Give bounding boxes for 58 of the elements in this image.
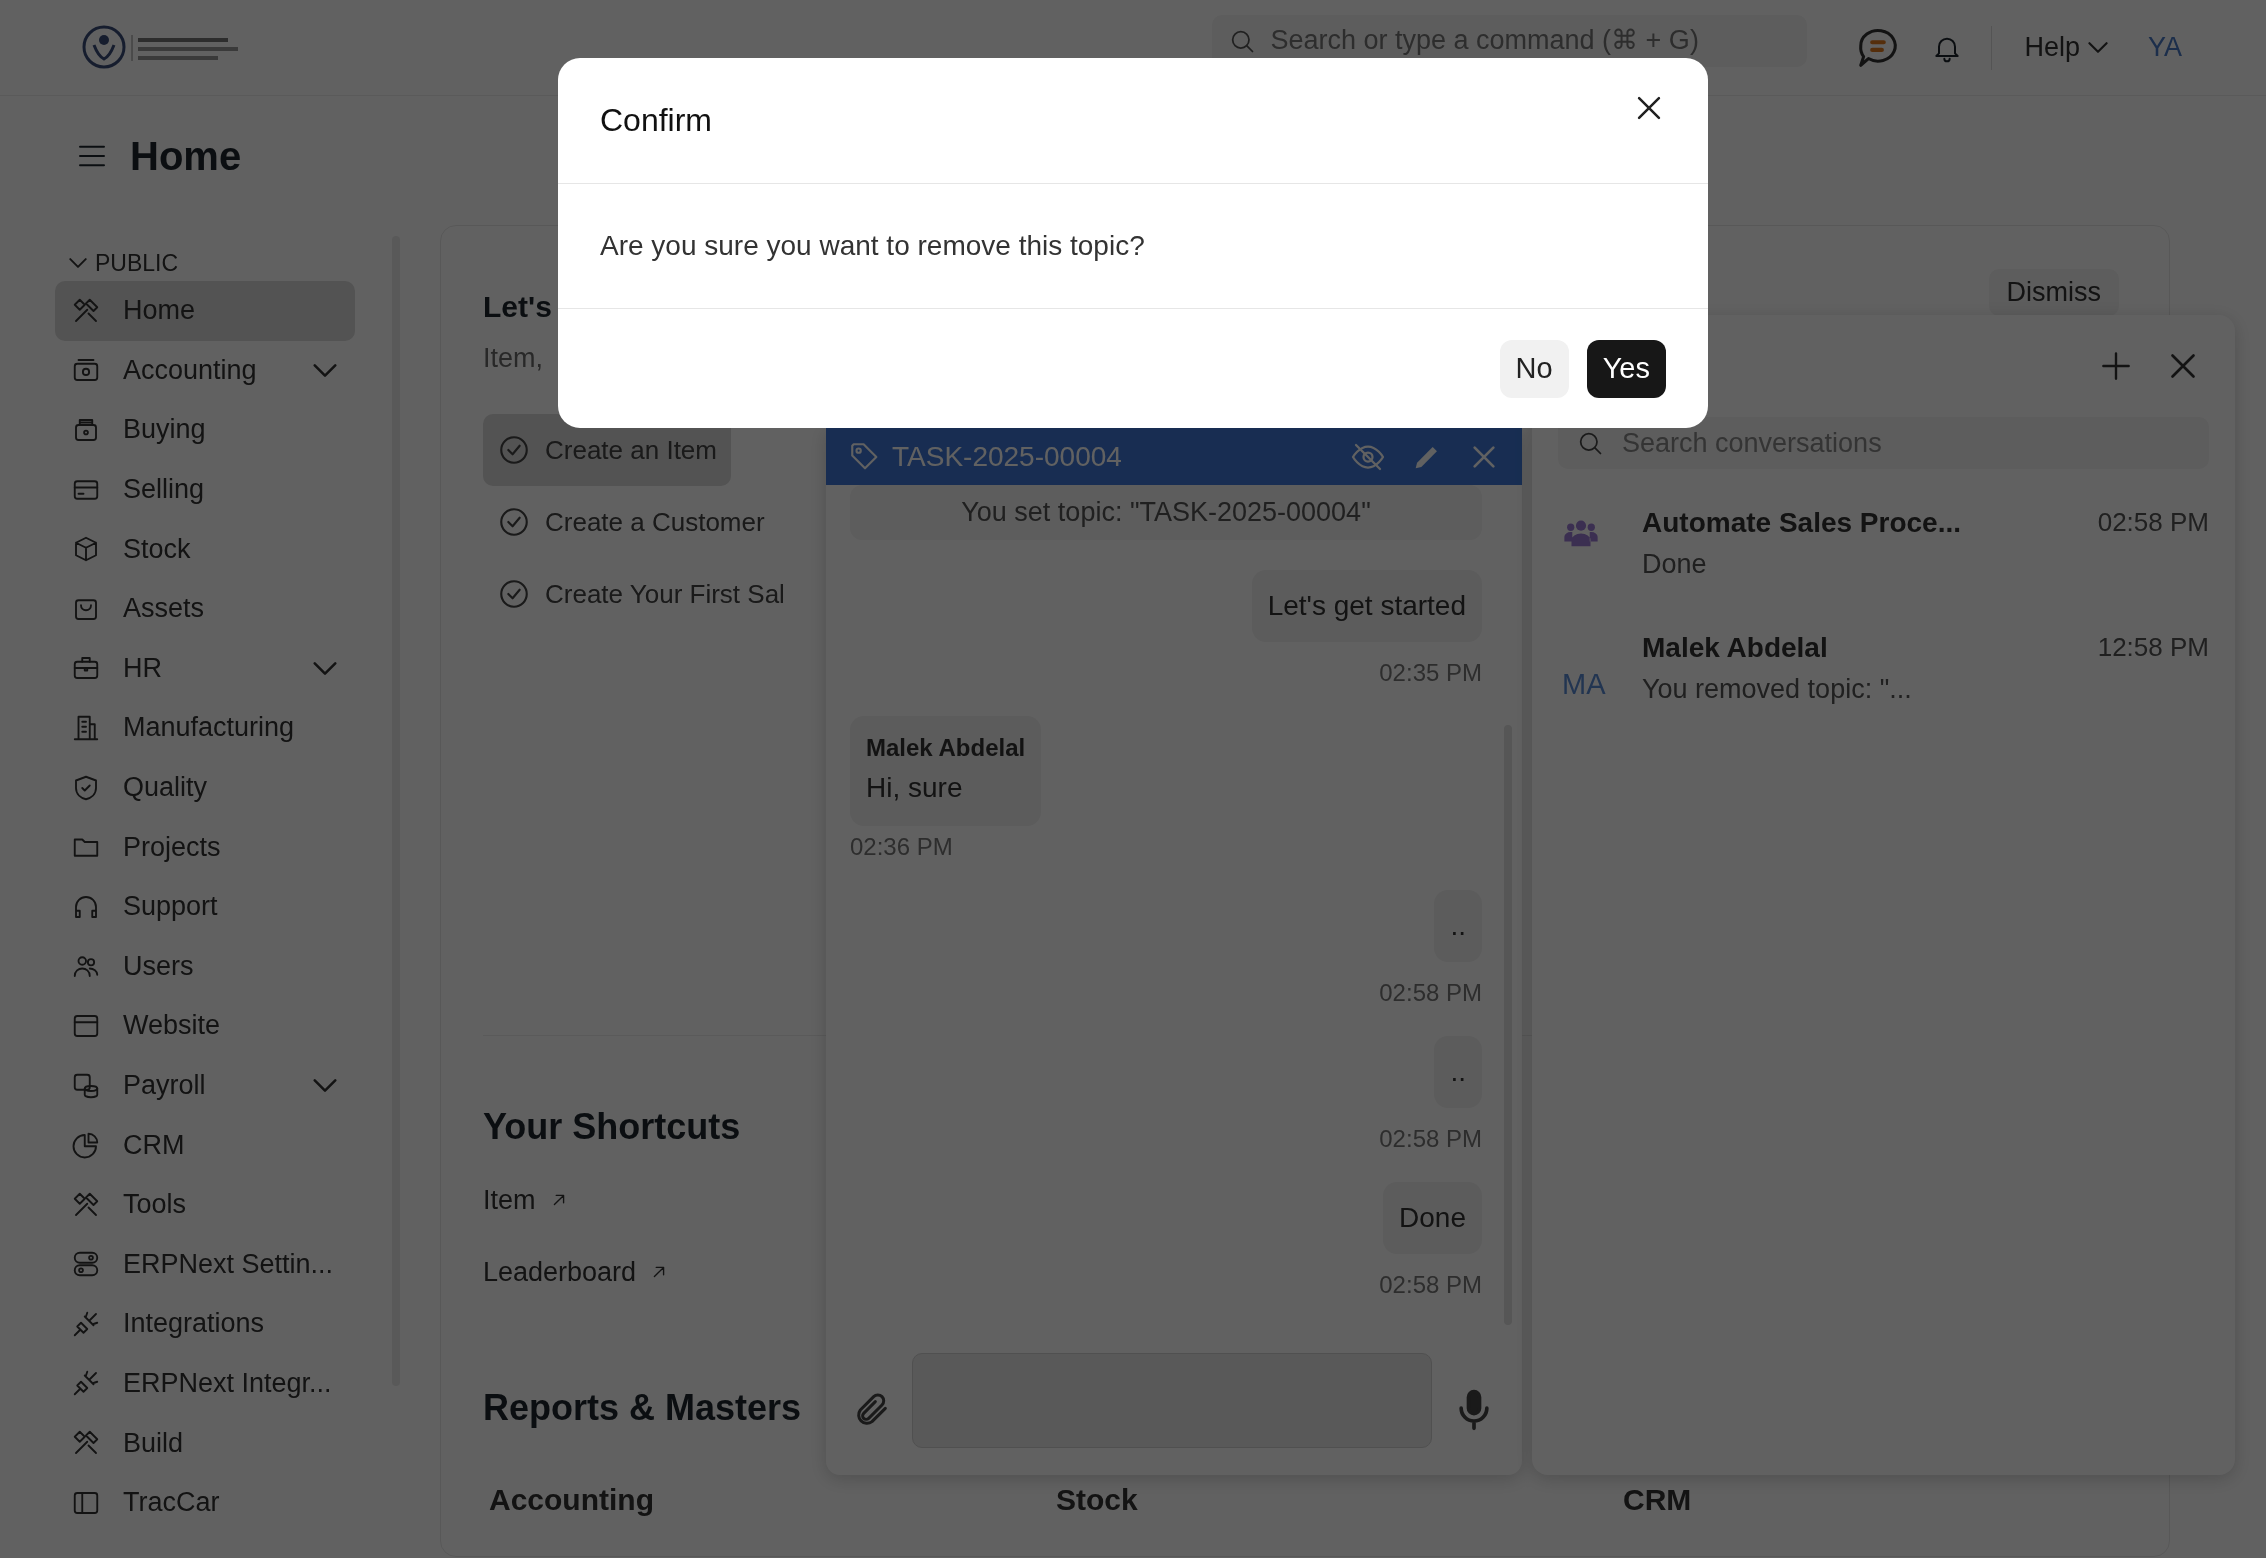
sidebar-item[interactable]: Quality: [55, 757, 355, 818]
card-title: Let's: [483, 289, 552, 325]
sidebar-item[interactable]: Support: [55, 876, 355, 937]
topic-title: TASK-2025-00004: [892, 440, 1123, 473]
checklist-item[interactable]: Create a Customer: [483, 486, 779, 558]
sidebar-item[interactable]: Build: [55, 1413, 355, 1473]
sidebar-item[interactable]: Payroll: [55, 1055, 355, 1116]
sidebar-item[interactable]: Accounting: [55, 340, 355, 401]
help-menu[interactable]: Help: [2020, 28, 2112, 67]
check-circle-icon: [497, 433, 531, 467]
message-bubble: Let's get started: [1251, 570, 1482, 642]
shortcut-link[interactable]: Leaderboard: [483, 1256, 637, 1288]
sidebar-item[interactable]: ERPNext Integr...: [55, 1353, 355, 1414]
check-circle-icon: [497, 577, 531, 611]
check-circle-icon: [497, 505, 531, 539]
chevron-down-icon: [69, 258, 87, 268]
sidebar-item[interactable]: Stock: [55, 519, 355, 579]
sidebar-item[interactable]: Manufacturing: [55, 698, 355, 758]
avatar-initials: MA: [1562, 667, 1606, 701]
sidebar-item[interactable]: Integrations: [55, 1294, 355, 1354]
column-heading: Accounting: [489, 1482, 655, 1518]
sidebar-item[interactable]: Projects: [55, 817, 355, 877]
sidebar-item[interactable]: Home: [55, 281, 355, 341]
cancel-button[interactable]: No: [1499, 339, 1569, 398]
dismiss-button[interactable]: Dismiss: [1988, 269, 2119, 316]
user-avatar[interactable]: YA: [2148, 32, 2182, 63]
section-header[interactable]: PUBLIC: [55, 245, 185, 281]
card-subtitle: Item,: [483, 342, 544, 375]
column-heading: Stock: [1056, 1482, 1139, 1518]
sidebar-item[interactable]: Users: [55, 936, 355, 997]
chevron-down-icon: [2088, 42, 2108, 53]
message-bubble: Done: [1383, 1182, 1482, 1254]
page-title: Home: [130, 133, 242, 179]
conversation-item[interactable]: MA Malek Abdelal 12:58 PM You removed topic: "...: [1532, 610, 2235, 735]
system-message: You set topic: "TASK-2025-00004": [850, 485, 1482, 540]
dialog-title: Confirm: [600, 102, 712, 139]
sender-name: Malek Abdelal: [866, 734, 1026, 762]
dialog-message: Are you sure you want to remove this topic?: [558, 184, 1708, 309]
message-text: Hi, sure: [866, 772, 964, 804]
section-title: Your Shortcuts: [483, 1105, 741, 1149]
pie-chart-icon: [71, 1130, 101, 1161]
message-bubble: ..: [1434, 1036, 1482, 1108]
sidebar-item[interactable]: Selling: [55, 459, 355, 520]
section-title: Reports & Masters: [483, 1386, 802, 1430]
sidebar-item[interactable]: CRM: [55, 1115, 355, 1175]
shortcut-link[interactable]: Item: [483, 1184, 536, 1216]
sidebar-item[interactable]: Website: [55, 996, 355, 1056]
sidebar-item[interactable]: TracCar: [55, 1472, 355, 1533]
confirm-button[interactable]: Yes: [1586, 339, 1666, 398]
message-bubble: ..: [1434, 890, 1482, 962]
sidebar-item[interactable]: Assets: [55, 578, 355, 639]
checklist-item[interactable]: Create Your First Sal: [483, 558, 799, 630]
sidebar-item[interactable]: Buying: [55, 400, 355, 460]
column-heading: CRM: [1623, 1482, 1693, 1518]
sidebar-item[interactable]: ERPNext Settin...: [55, 1234, 355, 1295]
sidebar-item[interactable]: Tools: [55, 1174, 355, 1235]
conversation-item[interactable]: Automate Sales Proce... 02:58 PM Done: [1532, 485, 2235, 610]
sidebar-item[interactable]: HR: [55, 638, 355, 699]
